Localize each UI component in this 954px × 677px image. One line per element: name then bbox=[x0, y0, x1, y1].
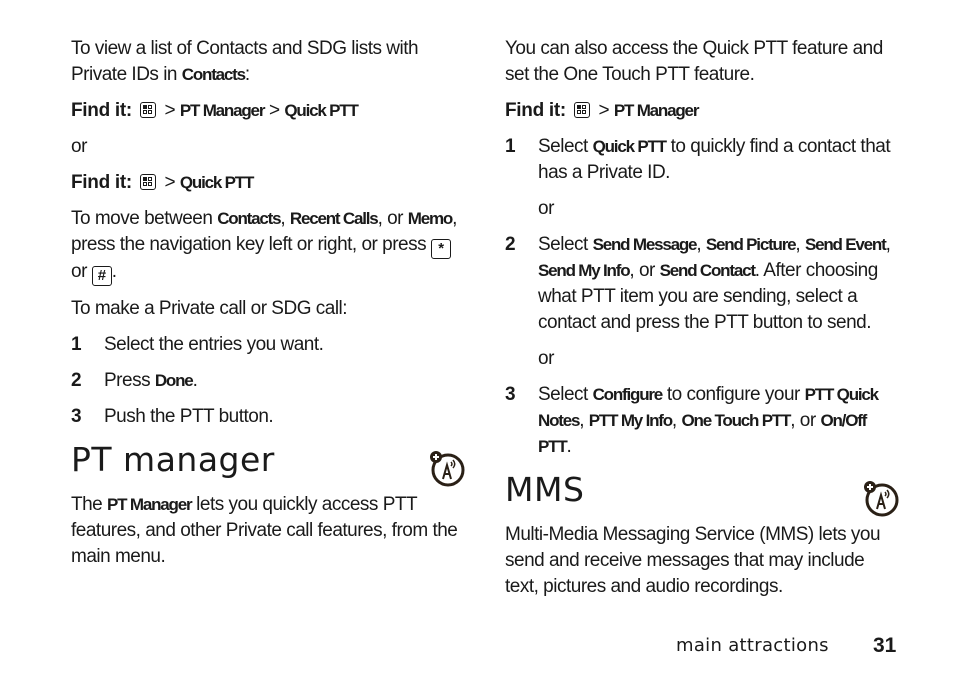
step-number: 1 bbox=[505, 136, 516, 157]
step-number: 2 bbox=[505, 234, 516, 255]
step-item: 3 Select Configure to configure your PTT… bbox=[505, 382, 900, 460]
ui-term: Recent Calls bbox=[289, 209, 379, 228]
or-separator: or bbox=[538, 198, 554, 219]
find-it-label: Find it: bbox=[71, 100, 132, 121]
step-text: Select Configure to configure your PTT Q… bbox=[538, 384, 879, 457]
footer-section-label: main attractions bbox=[676, 635, 829, 656]
step-item: 1 Select Quick PTT to quickly find a con… bbox=[505, 134, 900, 186]
pound-key-icon: # bbox=[91, 266, 112, 286]
ui-term: Send My Info bbox=[538, 261, 631, 280]
step-item: 2 Select Send Message, Send Picture, Sen… bbox=[505, 232, 900, 336]
section-body: Multi-Media Messaging Service (MMS) lets… bbox=[505, 524, 881, 597]
menu-key-icon bbox=[573, 102, 590, 118]
ui-term: Send Message bbox=[592, 235, 698, 254]
menu-key-icon bbox=[139, 174, 156, 190]
section-header: MMS bbox=[505, 470, 900, 522]
find-it-path: Find it: > Quick PTT bbox=[71, 172, 254, 193]
page-number: 31 bbox=[873, 634, 897, 657]
navigation-instructions: To move between Contacts, Recent Calls, … bbox=[71, 208, 457, 286]
ui-term: Memo bbox=[407, 209, 454, 228]
contacts-intro: To view a list of Contacts and SDG lists… bbox=[71, 38, 419, 85]
find-it-path: Find it: > PT Manager > Quick PTT bbox=[71, 100, 359, 121]
ui-term: Send Event bbox=[804, 235, 887, 254]
menu-path-item: PT Manager bbox=[179, 101, 266, 120]
menu-key-icon bbox=[139, 102, 156, 118]
step-item: 3 Push the PTT button. bbox=[71, 404, 466, 430]
left-column: To view a list of Contacts and SDG lists… bbox=[71, 36, 466, 580]
step-text: Push the PTT button. bbox=[104, 406, 274, 427]
ui-term: Contacts bbox=[181, 65, 246, 84]
step-number: 3 bbox=[71, 406, 82, 427]
find-it-label: Find it: bbox=[505, 100, 566, 121]
ui-term: PT Manager bbox=[107, 495, 193, 514]
quick-ptt-intro: You can also access the Quick PTT featur… bbox=[505, 38, 883, 85]
step-text: Press Done. bbox=[104, 370, 198, 391]
or-separator: or bbox=[71, 136, 87, 157]
network-feature-icon bbox=[864, 481, 899, 517]
call-intro: To make a Private call or SDG call: bbox=[71, 298, 348, 319]
menu-path-item: Quick PTT bbox=[179, 173, 254, 192]
step-number: 1 bbox=[71, 334, 82, 355]
menu-path-item: PT Manager bbox=[613, 101, 700, 120]
step-item: 1 Select the entries you want. bbox=[71, 332, 466, 358]
find-it-path: Find it: > PT Manager bbox=[505, 100, 700, 121]
ui-term: One Touch PTT bbox=[681, 411, 791, 430]
ui-term: Send Picture bbox=[705, 235, 797, 254]
ui-term: Done bbox=[154, 371, 194, 390]
ui-term: PTT My Info bbox=[588, 411, 673, 430]
section-title: PT manager bbox=[71, 440, 275, 479]
star-key-icon: * bbox=[430, 239, 451, 259]
section-header: PT manager bbox=[71, 440, 466, 492]
step-item: 2 Press Done. bbox=[71, 368, 466, 394]
section-body: The PT Manager lets you quickly access P… bbox=[71, 494, 458, 567]
step-number: 3 bbox=[505, 384, 516, 405]
menu-path-item: Quick PTT bbox=[284, 101, 358, 120]
right-column: You can also access the Quick PTT featur… bbox=[505, 36, 900, 610]
network-feature-icon bbox=[430, 451, 465, 487]
ui-term: Send Contact bbox=[659, 261, 756, 280]
ui-term: Configure bbox=[592, 385, 664, 404]
section-title: MMS bbox=[505, 470, 585, 509]
step-text: Select Send Message, Send Picture, Send … bbox=[538, 234, 891, 333]
step-number: 2 bbox=[71, 370, 82, 391]
step-text: Select the entries you want. bbox=[104, 334, 324, 355]
find-it-label: Find it: bbox=[71, 172, 132, 193]
ui-term: Quick PTT bbox=[592, 137, 667, 156]
ui-term: Contacts bbox=[217, 209, 281, 228]
or-separator: or bbox=[538, 348, 554, 369]
step-text: Select Quick PTT to quickly find a conta… bbox=[538, 136, 891, 183]
